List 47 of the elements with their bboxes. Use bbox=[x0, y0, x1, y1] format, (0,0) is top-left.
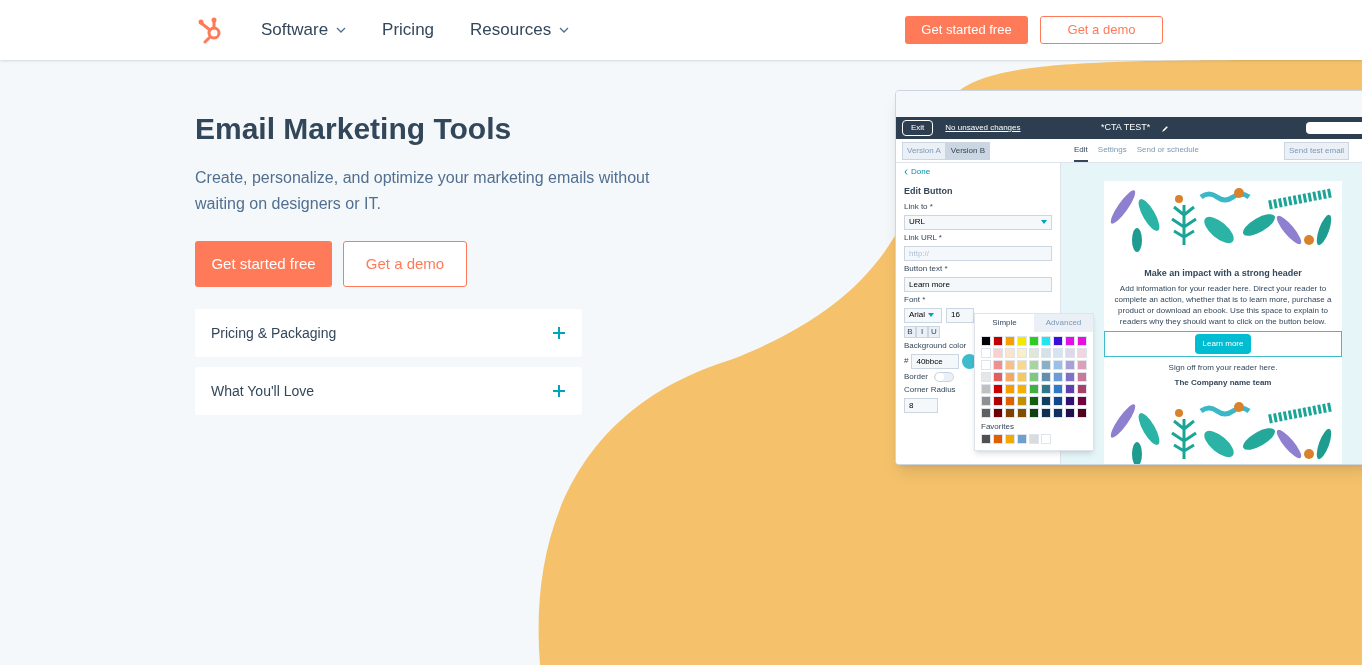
save-status[interactable]: No unsaved changes bbox=[945, 122, 1021, 134]
email-heading: Make an impact with a strong header bbox=[1144, 267, 1302, 280]
field-label: Button text * bbox=[904, 263, 949, 274]
link-to-select[interactable]: URL bbox=[904, 214, 1052, 230]
accordion-item[interactable]: Pricing & Packaging bbox=[195, 309, 582, 357]
accordion-item[interactable]: What You'll Love bbox=[195, 367, 582, 415]
publish-field[interactable] bbox=[1306, 122, 1362, 134]
text-style-button[interactable]: B bbox=[904, 325, 916, 338]
team-text: The Company name team bbox=[1174, 376, 1272, 389]
field-label: Link to * bbox=[904, 201, 934, 212]
plus-icon bbox=[552, 326, 566, 340]
hash-sign: # bbox=[904, 355, 909, 367]
field-label: Background color bbox=[904, 340, 968, 351]
text-style-button[interactable]: I bbox=[916, 325, 928, 338]
caret-down-icon bbox=[1041, 220, 1047, 224]
done-link[interactable]: Done bbox=[911, 166, 931, 178]
field-label: Corner Radius bbox=[904, 384, 957, 395]
corner-radius-field[interactable]: 8 bbox=[904, 397, 938, 413]
nav-link[interactable]: Pricing bbox=[382, 17, 435, 43]
link-url-field[interactable]: http:// bbox=[904, 245, 1052, 261]
border-toggle[interactable] bbox=[934, 371, 954, 382]
pencil-icon[interactable] bbox=[1162, 124, 1169, 132]
favorites-label: Favorites bbox=[980, 421, 1015, 433]
font-size-field[interactable]: 16 bbox=[946, 307, 974, 323]
field-label: Border bbox=[904, 371, 928, 382]
font-select[interactable]: Arial bbox=[904, 307, 942, 323]
version-tab[interactable]: Version B bbox=[945, 141, 991, 160]
color-hex-field[interactable]: 40bbce bbox=[911, 353, 960, 369]
plus-icon bbox=[552, 384, 566, 398]
chevron-down-icon bbox=[559, 27, 570, 33]
field-label: Font * bbox=[904, 294, 927, 305]
page-title: Email Marketing Tools bbox=[195, 111, 513, 147]
email-body: Add information for your reader here. Direct your reader to complete an action, whether that is to learn more, purchase a product or download an ebook. Use this space to explain to readers why they should want to click on the button below. bbox=[1113, 282, 1333, 327]
caret-down-icon bbox=[928, 313, 934, 317]
nav-link[interactable]: Resources bbox=[470, 17, 570, 43]
picker-tab[interactable]: Simple bbox=[975, 314, 1034, 332]
nav-link[interactable]: Software bbox=[261, 17, 347, 43]
panel-heading: Edit Button bbox=[904, 185, 954, 198]
page-description: Create, personalize, and optimize your marketing emails without waiting on designers or IT. bbox=[195, 168, 651, 214]
chevron-left-icon[interactable] bbox=[904, 169, 908, 175]
email-title: *CTA TEST* bbox=[1101, 121, 1151, 135]
signoff-text: Sign off from your reader here. bbox=[1168, 361, 1278, 374]
text-style-button[interactable]: U bbox=[928, 325, 940, 338]
exit-button[interactable]: Exit bbox=[902, 120, 934, 136]
button-text-field[interactable]: Learn more bbox=[904, 276, 1052, 292]
chevron-down-icon bbox=[336, 27, 347, 33]
field-label: Link URL * bbox=[904, 232, 943, 243]
